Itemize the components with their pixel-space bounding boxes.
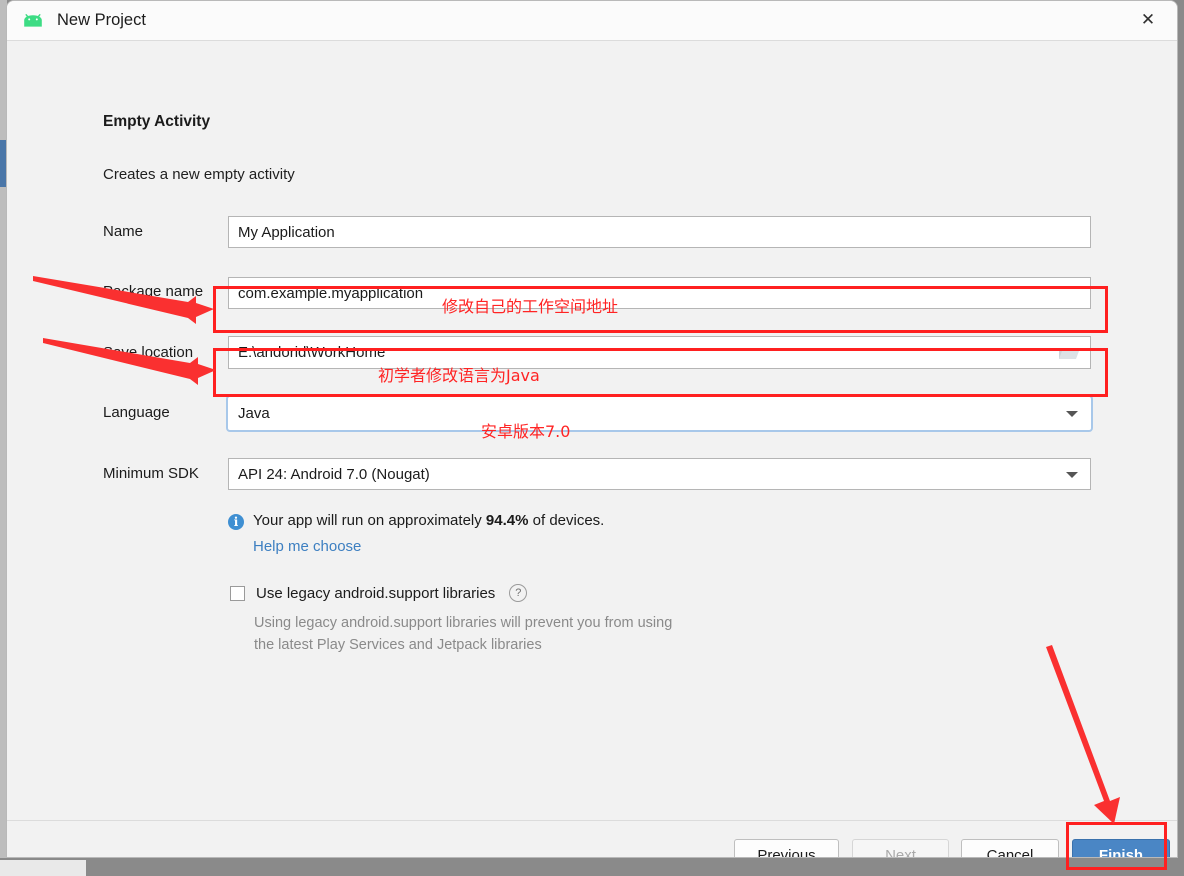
chevron-down-icon[interactable] bbox=[1066, 472, 1078, 478]
save-location-input[interactable]: E:\andorid\WorkHome bbox=[228, 336, 1091, 369]
language-value: Java bbox=[238, 405, 270, 422]
info-icon: i bbox=[228, 514, 244, 530]
page-title: Empty Activity bbox=[103, 113, 211, 130]
save-location-value: E:\andorid\WorkHome bbox=[238, 344, 386, 361]
new-project-dialog: New Project ✕ Empty Activity Creates a n… bbox=[6, 0, 1178, 858]
chevron-down-icon[interactable] bbox=[1066, 411, 1078, 417]
label-language: Language bbox=[103, 404, 170, 421]
minimum-sdk-combobox[interactable]: API 24: Android 7.0 (Nougat) bbox=[228, 458, 1091, 490]
label-package-name: Package name bbox=[103, 283, 204, 300]
finish-button[interactable]: Finish bbox=[1072, 839, 1170, 857]
label-minimum-sdk: Minimum SDK bbox=[103, 465, 199, 482]
minimum-sdk-value: API 24: Android 7.0 (Nougat) bbox=[238, 465, 430, 483]
legacy-libraries-label: Use legacy android.support libraries bbox=[256, 584, 496, 602]
project-name-value: My Application bbox=[238, 223, 335, 241]
page-subtitle: Creates a new empty activity bbox=[103, 166, 295, 183]
legacy-desc-line-1: Using legacy android.support libraries w… bbox=[254, 615, 673, 631]
coverage-prefix: Your app will run on approximately bbox=[253, 512, 486, 529]
help-question-icon[interactable]: ? bbox=[509, 584, 528, 602]
desktop-background bbox=[0, 858, 1184, 876]
label-save-location: Save location bbox=[103, 344, 194, 361]
cancel-button[interactable]: Cancel bbox=[961, 839, 1059, 857]
folder-browse-icon[interactable] bbox=[1058, 344, 1080, 362]
device-coverage-text: Your app will run on approximately 94.4%… bbox=[253, 512, 604, 529]
title-bar: New Project ✕ bbox=[7, 1, 1177, 41]
legacy-libraries-description: Using legacy android.support libraries w… bbox=[254, 612, 672, 656]
next-button[interactable]: Next bbox=[852, 839, 949, 857]
previous-button[interactable]: Previous bbox=[734, 839, 839, 857]
project-name-input[interactable]: My Application bbox=[228, 216, 1091, 248]
dialog-footer: Previous Next Cancel Finish @51CTO博客 bbox=[7, 820, 1177, 857]
legacy-libraries-checkbox[interactable] bbox=[230, 585, 245, 601]
label-project-name: Name bbox=[103, 223, 144, 240]
legacy-desc-line-2: the latest Play Services and Jetpack lib… bbox=[254, 637, 542, 653]
help-me-choose-link[interactable]: Help me choose bbox=[253, 538, 361, 555]
screenshot-root: New Project ✕ Empty Activity Creates a n… bbox=[0, 0, 1184, 876]
dialog-content: Empty Activity Creates a new empty activ… bbox=[7, 41, 1177, 820]
legacy-libraries-row[interactable]: Use legacy android.support libraries ? bbox=[230, 584, 528, 602]
device-coverage-info: i Your app will run on approximately 94.… bbox=[228, 512, 604, 530]
coverage-percent: 94.4% bbox=[485, 512, 529, 529]
android-robot-icon bbox=[21, 13, 45, 29]
close-icon[interactable]: ✕ bbox=[1119, 1, 1177, 39]
package-name-input[interactable]: com.example.myapplication bbox=[228, 277, 1091, 309]
language-combobox[interactable]: Java bbox=[228, 397, 1091, 430]
coverage-suffix: of devices. bbox=[528, 512, 605, 529]
background-taskbar-tab bbox=[0, 860, 86, 876]
window-title: New Project bbox=[57, 11, 146, 29]
package-name-value: com.example.myapplication bbox=[238, 284, 424, 302]
